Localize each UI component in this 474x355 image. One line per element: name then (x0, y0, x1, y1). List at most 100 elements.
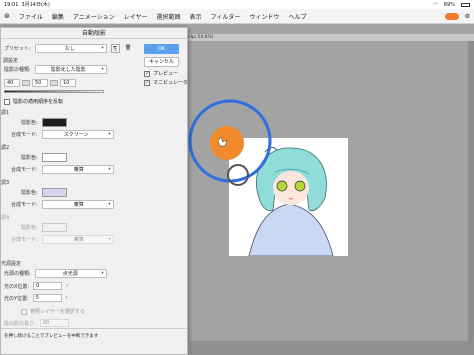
ref-layer-label: 参照レイヤーを選択する (30, 309, 85, 315)
preset-label: プリセット: (4, 46, 31, 52)
slider-value-1[interactable]: 40 (4, 79, 20, 87)
chevron-down-icon: ▾ (101, 67, 104, 72)
chevron-down-icon: ▾ (108, 202, 111, 207)
l2-blend-value: 乗算 (73, 167, 84, 173)
chevron-down-icon: ▾ (108, 132, 111, 137)
manipulator-check-icon: ✓ (144, 79, 150, 86)
threshold-sliders[interactable]: 40 50 10 (4, 79, 76, 87)
light-x-input[interactable]: 0 (33, 282, 63, 290)
l4-blend-value: 乗算 (73, 237, 84, 243)
l2-blend-select[interactable]: 乗算 ▾ (41, 165, 114, 174)
l1-color-label: 陰影色: (21, 120, 38, 126)
l2-blend-label: 合成モード: (11, 167, 38, 173)
l4-blend-select: 乗算 ▾ (41, 235, 114, 244)
auto-shading-dialog: 自動陰影 プリセット: なし ▾ ⎘ 🗑 OK キャンセル ✓ プレビュー ✓ … (0, 27, 188, 355)
shading-offset-input: 90 (39, 319, 69, 327)
basic-section-header: 調設定 (3, 58, 19, 64)
ref-layer-check-icon (21, 308, 27, 315)
menu-animation[interactable]: アニメーション (73, 12, 115, 21)
light-type-label: 光源の種類: (4, 271, 31, 277)
l3-blend-select[interactable]: 乗算 ▾ (41, 200, 114, 209)
menu-help[interactable]: ヘルプ (288, 12, 306, 21)
status-date: 3月14日(木) (21, 2, 50, 8)
light-source-dot[interactable] (210, 126, 244, 160)
preset-value: なし (64, 46, 75, 52)
l1-blend-value: スクリーン (63, 132, 89, 138)
l1-color-swatch[interactable] (41, 118, 67, 127)
menu-selection[interactable]: 選択範囲 (157, 12, 181, 21)
slider-handle-icon[interactable] (22, 80, 30, 86)
light-type-value: 点光源 (62, 271, 78, 277)
l3-color-swatch[interactable] (41, 188, 67, 197)
chevron-down-icon: ▾ (108, 167, 111, 172)
settings-icon[interactable]: ⚙ (465, 13, 470, 20)
chevron-down-icon: ▾ (101, 271, 104, 276)
layer3-section-header: 調3 (1, 180, 10, 186)
l4-blend-label: 合成モード: (11, 237, 38, 243)
menu-edit[interactable]: 編集 (52, 12, 64, 21)
manipulator-label: マニピュレータ (153, 80, 188, 86)
battery-icon (461, 2, 470, 7)
preview-checkbox[interactable]: ✓ プレビュー (144, 70, 178, 77)
slider-value-2[interactable]: 50 (32, 79, 48, 87)
slider-handle-icon[interactable] (50, 80, 58, 86)
menu-layer[interactable]: レイヤー (124, 12, 148, 21)
save-preset-icon[interactable]: ⎘ (110, 44, 120, 53)
wifi-icon: ◠ (433, 1, 438, 8)
l4-color-swatch (41, 223, 67, 232)
layer1-section-header: 調1 (1, 110, 10, 116)
light-type-select[interactable]: 点光源 ▾ (34, 269, 107, 278)
bottom-toolbar (190, 341, 474, 355)
footer-hint: を押し続けることでプレビューを中断できます (4, 334, 99, 339)
light-section-header: 光源設定 (1, 261, 22, 267)
menu-bar: ⊛ ファイル 編集 アニメーション レイヤー 選択範囲 表示 フィルター ウィン… (0, 9, 474, 24)
layer4-section-header: 調4 (1, 215, 10, 221)
chevron-right-icon[interactable]: › (66, 283, 68, 289)
reverse-order-label: 陰影の適用順序を反転 (13, 99, 64, 105)
preview-label: プレビュー (153, 71, 179, 77)
shading-type-select[interactable]: 陰影化した陰影 ▾ (34, 65, 107, 74)
l2-color-swatch[interactable] (41, 153, 67, 162)
preset-select[interactable]: なし ▾ (34, 44, 107, 53)
shading-type-value: 陰影化した陰影 (50, 67, 86, 73)
battery-percent: 69% (443, 1, 455, 8)
ref-layer-checkbox: 参照レイヤーを選択する (21, 308, 85, 315)
l3-color-label: 陰影色: (21, 190, 38, 196)
toggle-switch[interactable] (444, 12, 459, 20)
light-x-label: 光のX位置: (4, 283, 30, 290)
shading-offset-label: 陰の影の長さ: (4, 320, 36, 327)
gradient-bar (4, 90, 104, 93)
menu-filter[interactable]: フィルター (211, 12, 241, 21)
document-tab[interactable]: 000 x 1000px 350dpi 54.6%) (142, 34, 474, 41)
light-y-input[interactable]: 5 (32, 294, 62, 302)
menu-window[interactable]: ウィンドウ (249, 12, 279, 21)
light-manipulator[interactable] (180, 95, 280, 190)
status-time: 19:01 (4, 1, 19, 8)
right-ruler (468, 41, 474, 341)
layer2-section-header: 調2 (1, 145, 10, 151)
delete-preset-icon[interactable]: 🗑 (124, 44, 133, 53)
l4-color-label: 陰影色: (21, 225, 38, 231)
ios-status-bar: 19:01 3月14日(木) ◠ 69% (0, 0, 474, 9)
cancel-button[interactable]: キャンセル (144, 57, 179, 67)
slider-value-3[interactable]: 10 (60, 79, 76, 87)
l1-blend-select[interactable]: スクリーン ▾ (41, 130, 114, 139)
preview-check-icon: ✓ (144, 70, 150, 77)
app-logo-icon[interactable]: ⊛ (4, 12, 10, 20)
l1-blend-label: 合成モード: (11, 132, 38, 138)
l3-blend-label: 合成モード: (11, 202, 38, 208)
l3-blend-value: 乗算 (73, 202, 84, 208)
chevron-down-icon: ▾ (101, 46, 104, 51)
ok-button[interactable]: OK (144, 44, 179, 54)
reverse-check-icon (4, 98, 10, 105)
menu-file[interactable]: ファイル (19, 12, 43, 21)
light-target-ring[interactable] (227, 164, 249, 186)
chevron-right-icon[interactable]: › (66, 295, 68, 301)
dialog-title: 自動陰影 (1, 28, 187, 39)
reverse-order-checkbox[interactable]: 陰影の適用順序を反転 (4, 98, 63, 105)
shading-type-label: 陰影の種類: (4, 67, 31, 73)
l2-color-label: 陰影色: (21, 155, 38, 161)
light-y-label: 光のY位置: (4, 295, 29, 302)
menu-view[interactable]: 表示 (190, 12, 202, 21)
manipulator-checkbox[interactable]: ✓ マニピュレータ (144, 79, 188, 86)
